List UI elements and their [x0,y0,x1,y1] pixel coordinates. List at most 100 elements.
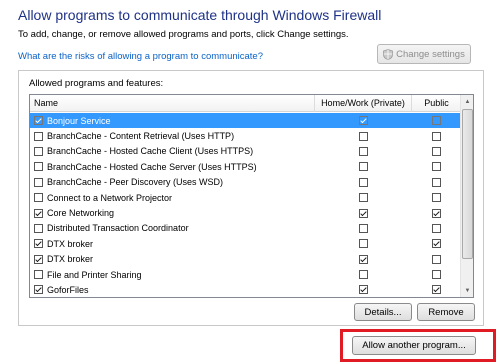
public-cell [412,162,461,172]
column-header-private[interactable]: Home/Work (Private) [315,95,412,112]
public-checkbox[interactable] [432,177,441,187]
arrow-down-icon[interactable]: ▼ [461,284,473,297]
private-checkbox[interactable] [359,193,368,203]
program-name-cell: File and Printer Sharing [30,270,315,280]
program-enabled-checkbox[interactable] [34,270,43,280]
arrow-up-icon[interactable]: ▲ [461,95,473,108]
program-enabled-checkbox[interactable] [34,146,43,156]
private-cell [315,223,412,233]
program-enabled-checkbox[interactable] [34,116,43,126]
private-checkbox[interactable] [359,131,368,141]
private-cell [315,254,412,264]
table-row[interactable]: DTX broker [30,252,461,267]
program-name: DTX broker [47,238,94,249]
private-cell [315,146,412,156]
program-name-cell: BranchCache - Peer Discovery (Uses WSD) [30,177,315,187]
table-row[interactable]: Bonjour Service [30,113,461,129]
program-name: Bonjour Service [47,115,111,126]
public-cell [412,254,461,264]
page-title: Allow programs to communicate through Wi… [18,7,382,23]
public-checkbox[interactable] [432,116,441,126]
private-cell [315,177,412,187]
program-name-cell: Core Networking [30,208,315,218]
vertical-scrollbar[interactable]: ▲ ▼ [460,95,473,297]
public-cell [412,208,461,218]
table-row[interactable]: BranchCache - Hosted Cache Server (Uses … [30,159,461,174]
private-checkbox[interactable] [359,270,368,280]
private-cell [315,131,412,141]
private-checkbox[interactable] [359,285,368,295]
program-enabled-checkbox[interactable] [34,193,43,203]
program-enabled-checkbox[interactable] [34,162,43,172]
program-enabled-checkbox[interactable] [34,208,43,218]
program-name-cell: DTX broker [30,239,315,249]
public-checkbox[interactable] [432,270,441,280]
private-cell [315,239,412,249]
table-row[interactable]: GoforFiles [30,282,461,297]
program-name: Connect to a Network Projector [47,192,173,203]
program-name: BranchCache - Peer Discovery (Uses WSD) [47,177,224,188]
private-checkbox[interactable] [359,254,368,264]
shield-icon [383,48,394,60]
program-name: BranchCache - Content Retrieval (Uses HT… [47,131,235,142]
private-checkbox[interactable] [359,239,368,249]
program-name-cell: DTX broker [30,254,315,264]
program-enabled-checkbox[interactable] [34,177,43,187]
table-row[interactable]: DTX broker [30,236,461,251]
program-enabled-checkbox[interactable] [34,131,43,141]
table-row[interactable]: BranchCache - Peer Discovery (Uses WSD) [30,175,461,190]
public-checkbox[interactable] [432,223,441,233]
program-name-cell: Bonjour Service [30,116,315,126]
allowed-programs-label: Allowed programs and features: [29,78,164,89]
program-name-cell: Distributed Transaction Coordinator [30,223,315,233]
change-settings-label: Change settings [396,48,465,60]
program-name: Core Networking [47,208,115,219]
program-name-cell: Connect to a Network Projector [30,193,315,203]
table-row[interactable]: BranchCache - Hosted Cache Client (Uses … [30,144,461,159]
page-subtitle: To add, change, or remove allowed progra… [18,29,349,40]
private-checkbox[interactable] [359,162,368,172]
private-cell [315,285,412,295]
public-checkbox[interactable] [432,285,441,295]
scrollbar-thumb[interactable] [462,109,473,259]
program-name: GoforFiles [47,284,89,295]
program-enabled-checkbox[interactable] [34,254,43,264]
public-cell [412,193,461,203]
private-cell [315,208,412,218]
program-name-cell: BranchCache - Content Retrieval (Uses HT… [30,131,315,141]
remove-button[interactable]: Remove [417,303,475,321]
public-checkbox[interactable] [432,131,441,141]
table-row[interactable]: Core Networking [30,205,461,220]
table-row[interactable]: Connect to a Network Projector [30,190,461,205]
table-row[interactable]: Distributed Transaction Coordinator [30,221,461,236]
program-name-cell: BranchCache - Hosted Cache Server (Uses … [30,162,315,172]
private-checkbox[interactable] [359,223,368,233]
public-checkbox[interactable] [432,146,441,156]
program-enabled-checkbox[interactable] [34,239,43,249]
private-cell [315,270,412,280]
public-checkbox[interactable] [432,239,441,249]
table-row[interactable]: BranchCache - Content Retrieval (Uses HT… [30,128,461,143]
program-enabled-checkbox[interactable] [34,223,43,233]
table-row[interactable]: File and Printer Sharing [30,267,461,282]
change-settings-button[interactable]: Change settings [377,44,471,64]
column-header-public[interactable]: Public [412,95,461,112]
public-checkbox[interactable] [432,193,441,203]
details-button[interactable]: Details... [354,303,412,321]
public-checkbox[interactable] [432,254,441,264]
public-cell [412,116,461,126]
programs-list[interactable]: Name Home/Work (Private) Public Bonjour … [29,94,474,298]
private-checkbox[interactable] [359,208,368,218]
private-checkbox[interactable] [359,146,368,156]
public-checkbox[interactable] [432,208,441,218]
column-header-name[interactable]: Name [30,95,315,112]
risks-link[interactable]: What are the risks of allowing a program… [18,51,263,62]
private-checkbox[interactable] [359,177,368,187]
private-cell [315,162,412,172]
private-checkbox[interactable] [359,116,368,126]
program-name: BranchCache - Hosted Cache Client (Uses … [47,146,254,157]
public-cell [412,177,461,187]
public-cell [412,285,461,295]
public-checkbox[interactable] [432,162,441,172]
program-enabled-checkbox[interactable] [34,285,43,295]
